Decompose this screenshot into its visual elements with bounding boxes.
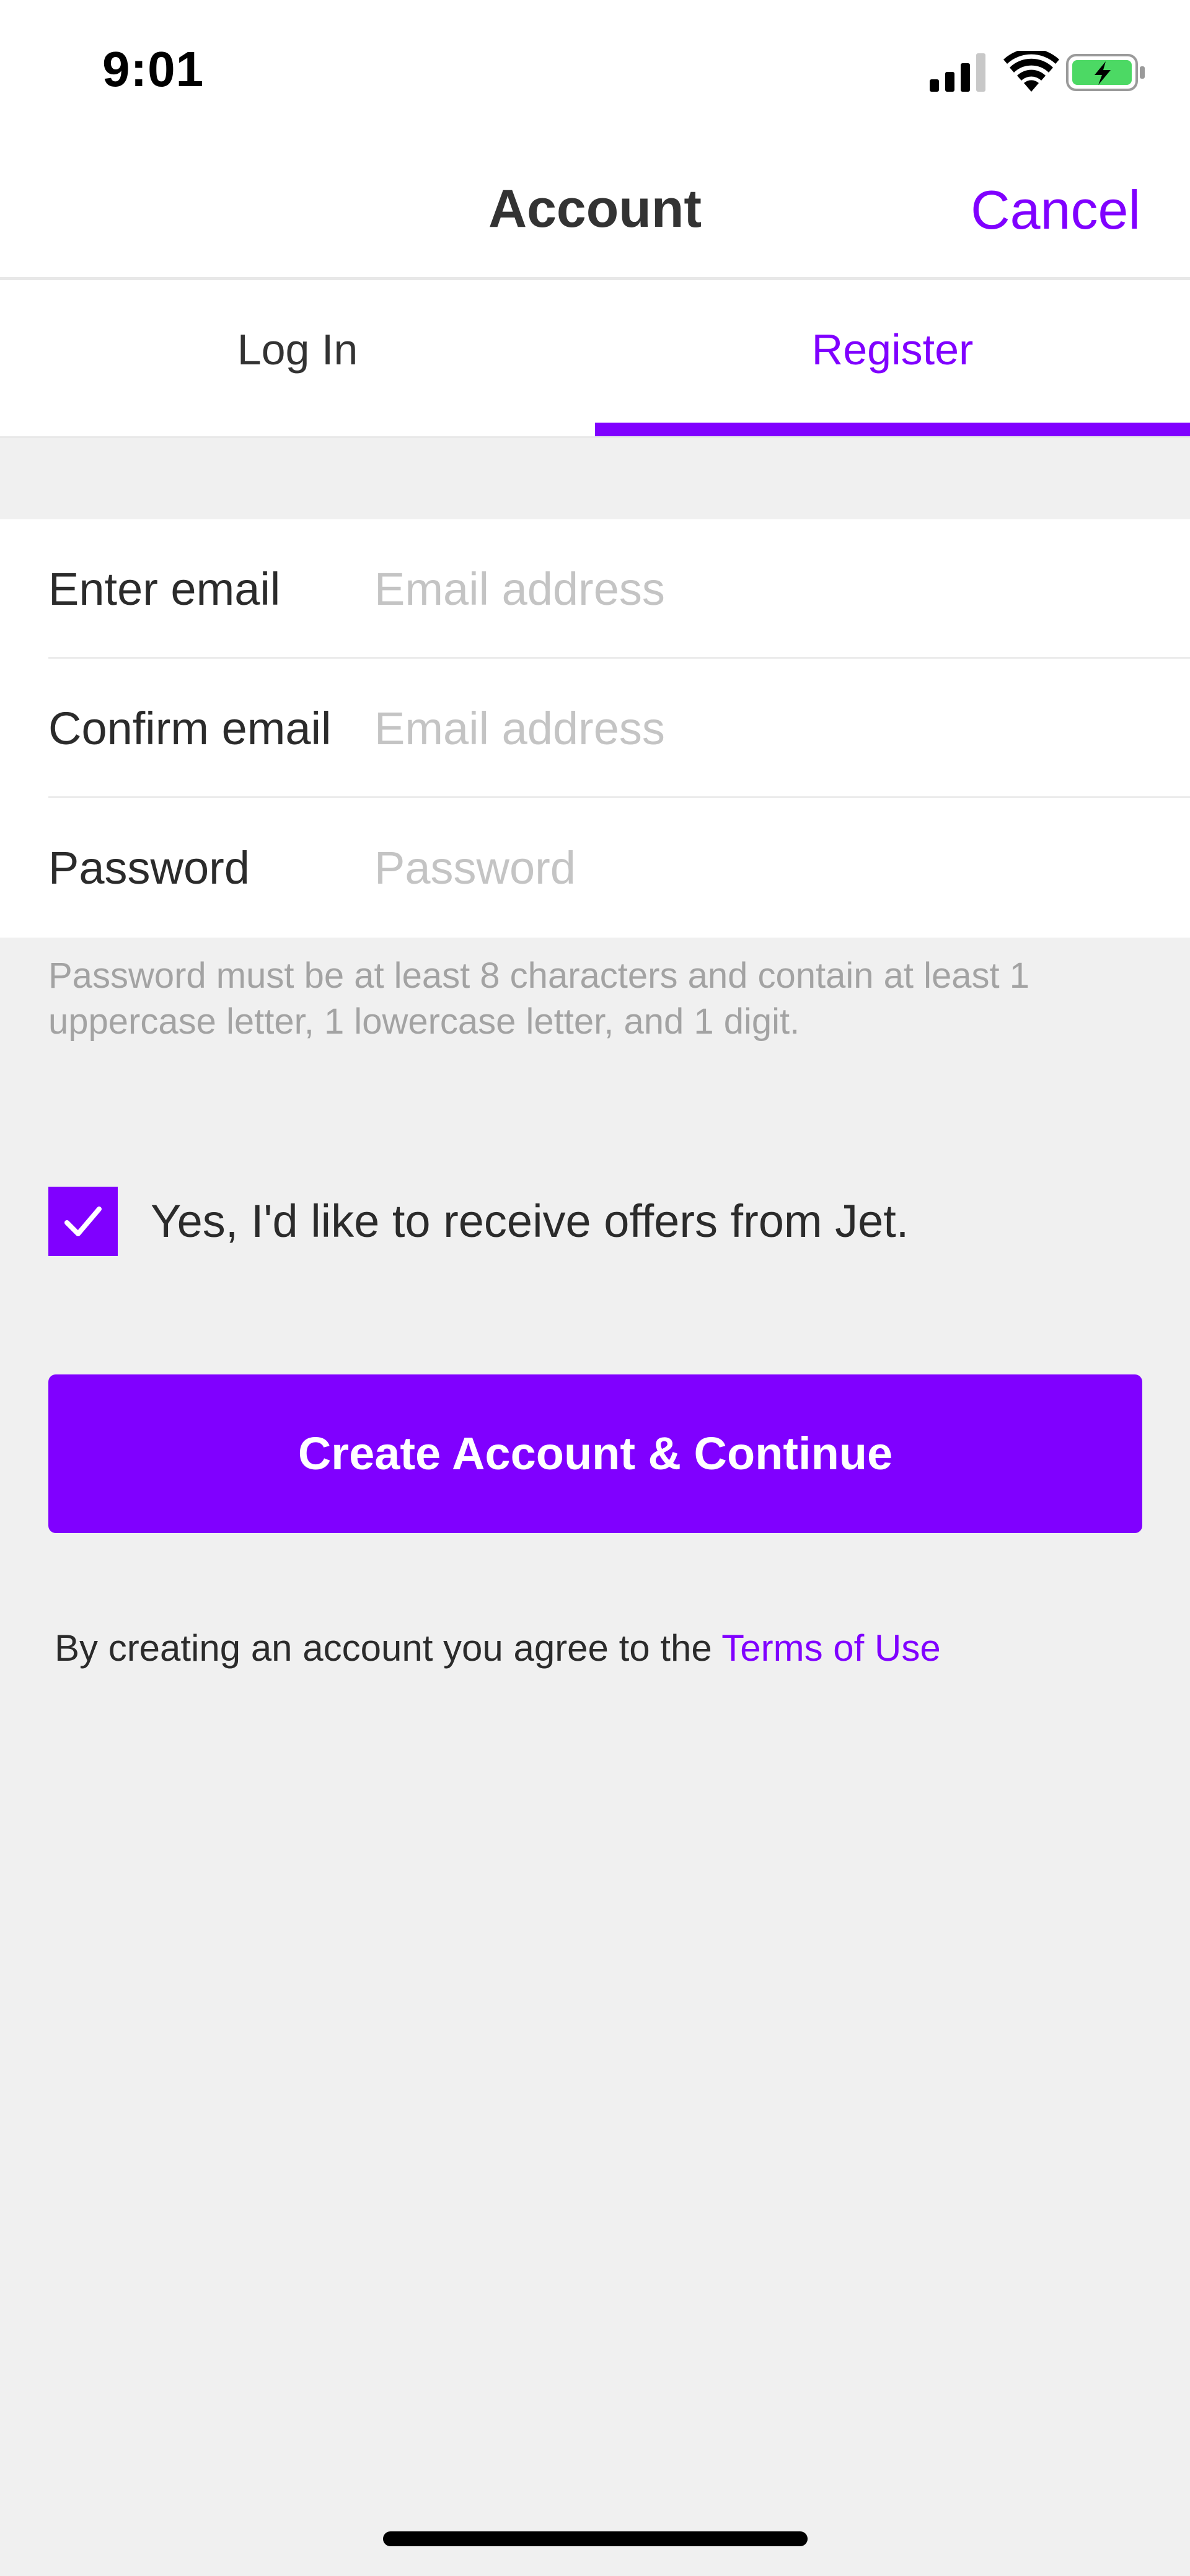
cellular-signal-icon: [930, 53, 985, 92]
cancel-button[interactable]: Cancel: [971, 178, 1140, 242]
active-tab-indicator: [595, 423, 1190, 437]
password-input[interactable]: [374, 832, 1149, 903]
tab-register[interactable]: Register: [595, 280, 1190, 438]
account-tabs: Log In Register: [0, 280, 1190, 438]
confirm-email-input[interactable]: [374, 693, 1149, 764]
terms-of-use-link[interactable]: Terms of Use: [721, 1627, 940, 1669]
confirm-email-row: Confirm email: [48, 659, 1190, 798]
register-form: Enter email Confirm email Password: [0, 519, 1190, 938]
enter-email-row: Enter email: [48, 519, 1190, 659]
confirm-email-label: Confirm email: [48, 703, 332, 754]
nav-bar: Account Cancel: [0, 143, 1190, 280]
offers-checkbox-label[interactable]: Yes, I'd like to receive offers from Jet…: [151, 1187, 909, 1256]
password-label: Password: [48, 842, 250, 894]
home-indicator[interactable]: [383, 2531, 808, 2546]
enter-email-label: Enter email: [48, 563, 281, 615]
status-bar: 9:01: [0, 0, 1190, 143]
terms-prefix: By creating an account you agree to the: [55, 1627, 722, 1669]
tab-log-in[interactable]: Log In: [0, 280, 595, 438]
offers-checkbox[interactable]: [48, 1187, 118, 1256]
password-hint: Password must be at least 8 characters a…: [48, 956, 1029, 1042]
status-time: 9:01: [102, 42, 205, 97]
wifi-icon: [1003, 51, 1059, 92]
battery-charging-icon: [1066, 54, 1145, 91]
tabs-divider: [0, 436, 1190, 438]
password-row: Password: [48, 798, 1190, 938]
checkmark-icon: [64, 1207, 102, 1236]
terms-text: By creating an account you agree to the …: [55, 1627, 941, 1669]
create-account-button[interactable]: Create Account & Continue: [48, 1374, 1142, 1533]
enter-email-input[interactable]: [374, 553, 1149, 625]
